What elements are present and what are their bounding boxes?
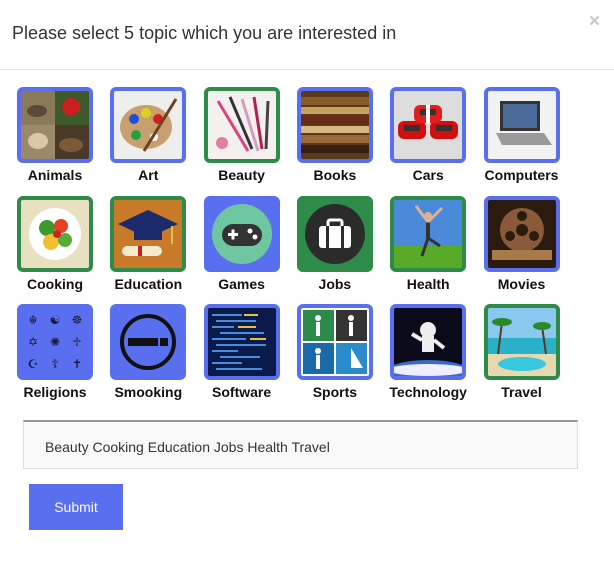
topic-tile-animals[interactable]: Animals [0, 87, 94, 192]
astronaut-photo-icon[interactable] [390, 304, 467, 380]
yoga-photo-icon[interactable] [390, 195, 467, 272]
topic-tile-smooking[interactable]: Smooking [93, 304, 187, 409]
gamepad-icon[interactable] [203, 195, 280, 272]
salad-photo-icon[interactable] [17, 195, 93, 272]
topic-tile-jobs[interactable]: Jobs [280, 195, 374, 301]
beach-resort-photo-icon[interactable] [483, 304, 560, 380]
topic-tile-education[interactable]: Education [93, 195, 187, 301]
topic-tile-games[interactable]: Games [187, 195, 281, 301]
svg-text:☸: ☸ [72, 313, 83, 327]
animals-photo-icon[interactable] [17, 87, 93, 163]
art-palette-photo-icon[interactable] [110, 87, 187, 163]
topic-tile-software[interactable]: Software [187, 304, 281, 409]
svg-text:☯: ☯ [50, 313, 61, 327]
submit-button[interactable]: Submit [29, 484, 123, 530]
film-reel-photo-icon[interactable] [483, 195, 560, 272]
svg-text:☪: ☪ [28, 357, 39, 371]
topic-tile-travel[interactable]: Travel [467, 304, 561, 409]
laptop-photo-icon[interactable] [483, 87, 560, 163]
topic-label: Movies [497, 275, 546, 292]
svg-text:☬: ☬ [29, 313, 38, 327]
topic-tile-books[interactable]: Books [280, 87, 374, 192]
topic-tile-cooking[interactable]: Cooking [0, 195, 94, 301]
topic-tile-sports[interactable]: Sports [280, 304, 374, 409]
topic-tile-cars[interactable]: Cars [373, 87, 467, 192]
religion-symbols-icon[interactable]: ☬ ☯ ☸ ✡ ✺ ♱ ☪ ☦ ✝ [17, 304, 93, 380]
sports-pictograms-icon[interactable] [296, 304, 373, 380]
cigarette-icon[interactable] [110, 304, 187, 380]
svg-text:♱: ♱ [72, 335, 81, 349]
code-screen-photo-icon[interactable] [203, 304, 280, 380]
briefcase-icon[interactable] [296, 195, 373, 272]
topic-tile-beauty[interactable]: Beauty [187, 87, 281, 192]
dialog-title: Please select 5 topic which you are inte… [12, 23, 397, 43]
svg-text:✺: ✺ [50, 335, 60, 349]
topic-label: Travel [501, 384, 542, 400]
svg-text:☦: ☦ [51, 357, 59, 371]
svg-text:✝: ✝ [72, 357, 82, 371]
topic-tile-religions[interactable]: ☬ ☯ ☸ ✡ ✺ ♱ ☪ ☦ ✝ Religions [0, 304, 94, 409]
topic-tile-computers[interactable]: Computers [467, 87, 561, 192]
close-icon[interactable]: × [589, 12, 600, 32]
books-stack-photo-icon[interactable] [296, 87, 373, 163]
topic-label: Computers [484, 167, 559, 183]
graduation-cap-photo-icon[interactable] [110, 195, 187, 272]
svg-text:✡: ✡ [28, 335, 38, 349]
makeup-brushes-photo-icon[interactable] [203, 87, 280, 163]
selected-topics-value: Beauty Cooking Education Jobs Health Tra… [45, 439, 330, 455]
red-cars-photo-icon[interactable] [390, 87, 467, 163]
topic-tile-movies[interactable]: Movies [467, 195, 561, 301]
dialog-header: Please select 5 topic which you are inte… [0, 0, 614, 70]
topic-tile-technology[interactable]: Technology [373, 304, 467, 409]
selected-topics-field[interactable]: Beauty Cooking Education Jobs Health Tra… [23, 420, 578, 469]
topic-tile-art[interactable]: Art [93, 87, 187, 192]
topic-tile-health[interactable]: Health [373, 195, 467, 301]
